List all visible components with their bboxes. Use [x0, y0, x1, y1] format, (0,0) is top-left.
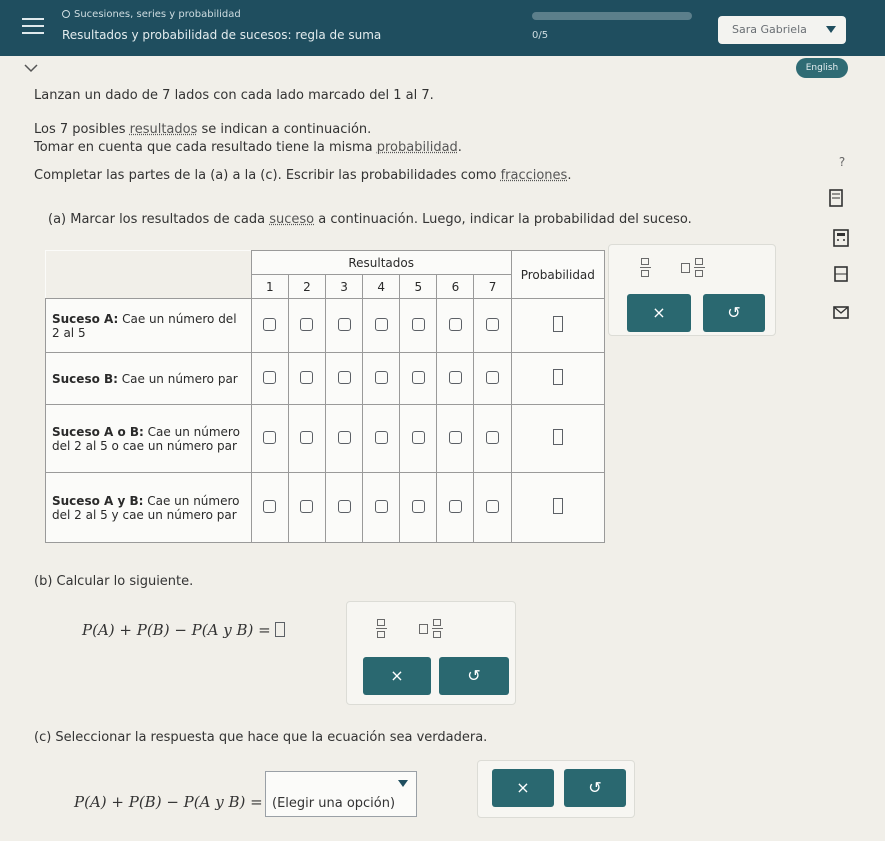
probabilidad-link[interactable]: probabilidad — [377, 140, 458, 155]
fraction-icon[interactable] — [640, 257, 651, 279]
language-button[interactable]: English — [796, 58, 848, 78]
resultados-link[interactable]: resultados — [130, 122, 198, 137]
undo-button[interactable]: ↺ — [703, 294, 765, 332]
notes-icon[interactable] — [826, 188, 846, 208]
outcome-checkbox[interactable] — [411, 370, 425, 384]
circle-icon — [62, 10, 70, 18]
outcome-checkbox[interactable] — [337, 370, 351, 384]
part-a-prompt: (a) Marcar los resultados de cada suceso… — [48, 212, 692, 227]
intro-line-3: Tomar en cuenta que cada resultado tiene… — [34, 140, 462, 155]
probability-input[interactable] — [552, 498, 563, 514]
event-a-or-b-label: Suceso A o B: Cae un número del 2 al 5 o… — [45, 404, 252, 473]
outcome-checkbox[interactable] — [448, 317, 462, 331]
outcome-header: 2 — [287, 274, 326, 299]
outcome-header: 4 — [362, 274, 401, 299]
results-header: Resultados — [250, 250, 512, 275]
probability-input[interactable] — [552, 316, 563, 332]
top-bar: Sucesiones, series y probabilidad Result… — [0, 0, 885, 56]
table-row: Suceso A: Cae un número del 2 al 5 — [45, 298, 606, 353]
fraction-keypad: × ↺ — [608, 244, 776, 336]
table-corner — [45, 250, 252, 299]
user-menu[interactable]: Sara Gabriela — [718, 16, 846, 44]
table-row: Suceso A y B: Cae un número del 2 al 5 y… — [45, 472, 606, 543]
outcome-checkbox[interactable] — [448, 430, 462, 444]
outcome-header: 1 — [250, 274, 289, 299]
help-icon[interactable]: ? — [832, 152, 852, 172]
progress-label: 0/5 — [532, 30, 549, 41]
outcome-header: 6 — [436, 274, 475, 299]
part-b-prompt: (b) Calcular lo siguiente. — [34, 574, 194, 589]
fraction-icon[interactable] — [376, 618, 387, 640]
outcome-checkbox[interactable] — [263, 499, 277, 513]
answer-actions: × ↺ — [477, 760, 635, 818]
outcome-checkbox[interactable] — [374, 430, 388, 444]
mixed-number-icon[interactable] — [681, 257, 709, 279]
intro-line-2: Los 7 posibles resultados se indican a c… — [34, 122, 372, 137]
probability-header: Probabilidad — [510, 250, 606, 299]
chevron-down-icon[interactable] — [24, 62, 38, 74]
progress-bar — [532, 12, 692, 20]
bookmark-icon[interactable] — [831, 264, 851, 284]
intro-line-1: Lanzan un dado de 7 lados con cada lado … — [34, 88, 434, 103]
undo-button[interactable]: ↺ — [564, 769, 626, 807]
fracciones-link[interactable]: fracciones — [501, 168, 568, 183]
outcome-checkbox[interactable] — [337, 499, 351, 513]
outcome-checkbox[interactable] — [337, 317, 351, 331]
chevron-down-icon — [826, 26, 836, 34]
clear-button[interactable]: × — [627, 294, 691, 332]
outcome-header: 5 — [399, 274, 438, 299]
suceso-link[interactable]: suceso — [269, 212, 314, 227]
outcome-header: 3 — [324, 274, 364, 299]
page-title: Resultados y probabilidad de sucesos: re… — [62, 28, 382, 42]
dropdown-arrow-icon — [398, 780, 408, 787]
events-table: Resultados Probabilidad 1 2 3 4 5 6 7 Su… — [45, 250, 606, 543]
outcome-checkbox[interactable] — [448, 499, 462, 513]
outcome-checkbox[interactable] — [300, 499, 314, 513]
outcome-checkbox[interactable] — [300, 317, 314, 331]
outcome-checkbox[interactable] — [300, 370, 314, 384]
outcome-checkbox[interactable] — [374, 317, 388, 331]
outcome-checkbox[interactable] — [486, 499, 500, 513]
calculator-icon[interactable] — [831, 228, 851, 248]
clear-button[interactable]: × — [363, 657, 431, 695]
table-row: Suceso A o B: Cae un número del 2 al 5 o… — [45, 404, 606, 473]
outcome-checkbox[interactable] — [448, 370, 462, 384]
outcome-checkbox[interactable] — [300, 430, 314, 444]
probability-input[interactable] — [552, 429, 563, 445]
outcome-checkbox[interactable] — [374, 370, 388, 384]
answer-input[interactable] — [275, 622, 286, 637]
intro-line-4: Completar las partes de la (a) a la (c).… — [34, 168, 572, 183]
outcome-checkbox[interactable] — [337, 430, 351, 444]
table-row: Suceso B: Cae un número par — [45, 352, 606, 405]
outcome-checkbox[interactable] — [374, 499, 388, 513]
mail-icon[interactable] — [831, 302, 851, 322]
event-b-label: Suceso B: Cae un número par — [45, 352, 252, 405]
event-a-label: Suceso A: Cae un número del 2 al 5 — [45, 298, 252, 353]
outcome-checkbox[interactable] — [263, 430, 277, 444]
clear-button[interactable]: × — [492, 769, 554, 807]
menu-icon[interactable] — [22, 18, 44, 36]
topic-label: Sucesiones, series y probabilidad — [62, 9, 241, 20]
outcome-header: 7 — [473, 274, 512, 299]
outcome-checkbox[interactable] — [263, 370, 277, 384]
probability-input[interactable] — [552, 369, 563, 385]
undo-button[interactable]: ↺ — [439, 657, 509, 695]
fraction-keypad: × ↺ — [346, 601, 516, 705]
mixed-number-icon[interactable] — [419, 618, 447, 640]
outcome-checkbox[interactable] — [486, 430, 500, 444]
event-a-and-b-label: Suceso A y B: Cae un número del 2 al 5 y… — [45, 472, 252, 543]
outcome-checkbox[interactable] — [486, 370, 500, 384]
part-c-prompt: (c) Seleccionar la respuesta que hace qu… — [34, 730, 488, 745]
part-c-expression: P(A) + P(B) − P(A y B) = — [74, 793, 263, 811]
answer-select[interactable]: (Elegir una opción) — [265, 771, 417, 817]
part-b-expression: P(A) + P(B) − P(A y B) = — [82, 621, 286, 639]
outcome-checkbox[interactable] — [411, 430, 425, 444]
outcome-checkbox[interactable] — [411, 499, 425, 513]
outcome-checkbox[interactable] — [263, 317, 277, 331]
outcome-checkbox[interactable] — [411, 317, 425, 331]
outcome-checkbox[interactable] — [486, 317, 500, 331]
